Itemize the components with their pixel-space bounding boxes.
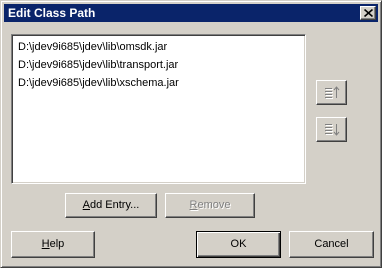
close-button[interactable] — [360, 6, 376, 20]
cancel-button[interactable]: Cancel — [289, 231, 374, 258]
list-item[interactable]: D:\jdev9i685\jdev\lib\xschema.jar — [18, 76, 305, 94]
move-down-button[interactable] — [316, 117, 347, 142]
ok-button[interactable]: OK — [196, 231, 281, 258]
help-button[interactable]: Help — [11, 231, 95, 258]
move-up-button[interactable] — [316, 80, 347, 105]
remove-label: Remove — [189, 199, 231, 211]
list-item[interactable]: D:\jdev9i685\jdev\lib\transport.jar — [18, 58, 305, 76]
ok-label: OK — [230, 238, 247, 250]
help-label: Help — [41, 238, 65, 250]
move-down-icon — [325, 124, 340, 136]
add-entry-label: Add Entry... — [82, 199, 140, 211]
cancel-label: Cancel — [314, 238, 349, 250]
edit-class-path-dialog: Edit Class Path D:\jdev9i685\jdev\lib\om… — [0, 0, 382, 268]
remove-button[interactable]: Remove — [165, 193, 255, 218]
list-item[interactable]: D:\jdev9i685\jdev\lib\omsdk.jar — [18, 40, 305, 58]
title-bar[interactable]: Edit Class Path — [4, 4, 378, 22]
close-icon — [364, 9, 373, 17]
add-entry-button[interactable]: Add Entry... — [65, 193, 157, 218]
window-title: Edit Class Path — [8, 6, 96, 20]
class-path-list[interactable]: D:\jdev9i685\jdev\lib\omsdk.jar D:\jdev9… — [11, 34, 306, 184]
move-up-icon — [325, 86, 340, 99]
